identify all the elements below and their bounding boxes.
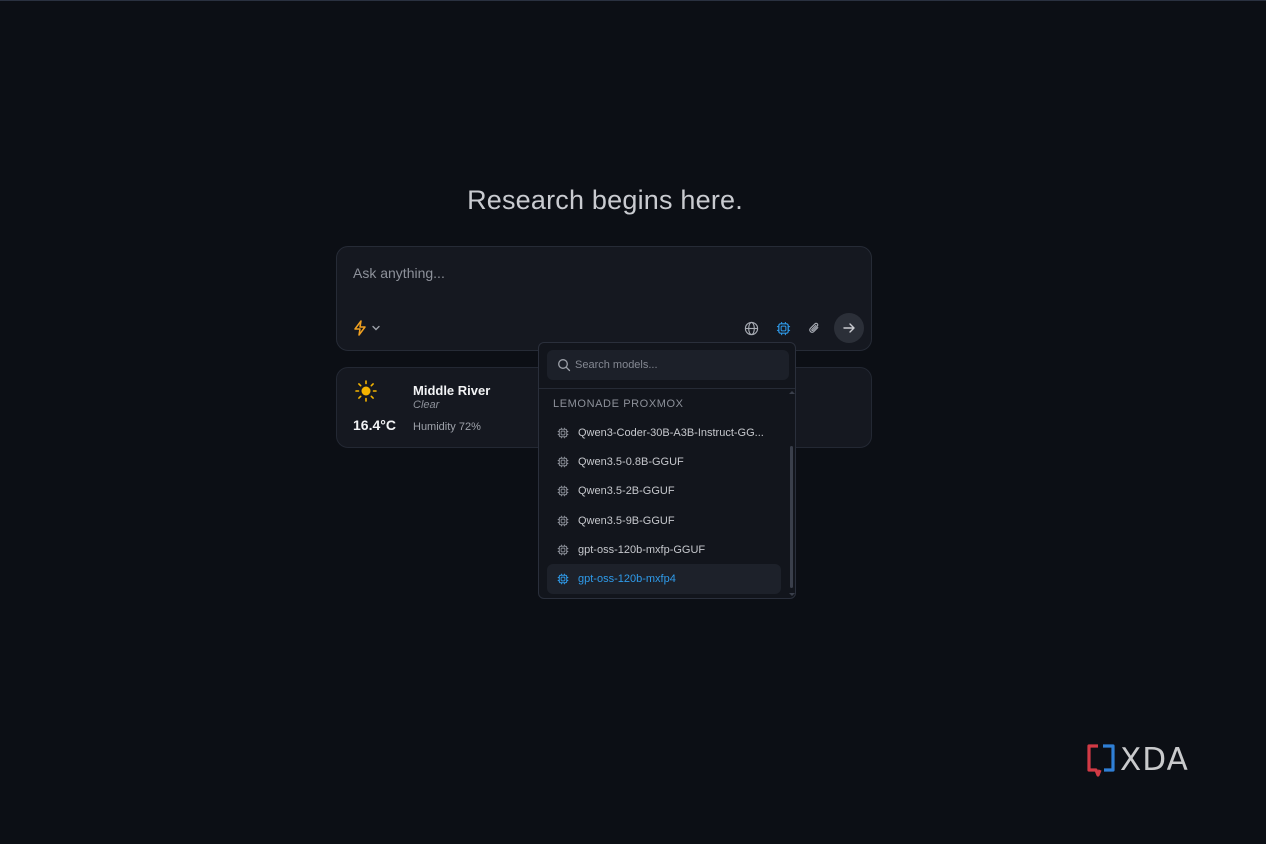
xda-watermark: XDA [1086, 742, 1189, 778]
chip-icon [557, 544, 569, 556]
chip-icon [557, 573, 569, 585]
model-option-label: Qwen3.5-0.8B-GGUF [578, 455, 684, 468]
arrow-right-icon [843, 323, 855, 333]
scroll-down-arrow[interactable] [789, 593, 795, 596]
chip-icon [557, 485, 569, 497]
dropdown-divider [539, 388, 795, 389]
sun-icon [355, 380, 377, 402]
model-option-label: Qwen3-Coder-30B-A3B-Instruct-GG... [578, 426, 764, 439]
xda-logo-icon [1087, 744, 1115, 777]
weather-temperature: 16.4°C [353, 417, 396, 433]
page-headline: Research begins here. [467, 185, 743, 215]
model-option[interactable]: gpt-oss-120b-mxfp-GGUF [547, 535, 781, 564]
model-option[interactable]: Qwen3.5-0.8B-GGUF [547, 447, 781, 476]
chip-icon [557, 456, 569, 468]
chip-icon [557, 427, 569, 438]
model-option[interactable]: Qwen3-Coder-30B-A3B-Instruct-GG... [547, 418, 781, 447]
scroll-up-arrow[interactable] [789, 391, 795, 394]
attach-file-button[interactable] [803, 317, 825, 339]
model-option-label: Qwen3.5-2B-GGUF [578, 485, 675, 498]
ask-input[interactable] [353, 261, 853, 285]
dropdown-scrollbar[interactable] [790, 446, 793, 588]
page: Research begins here. Ask anything... 16… [0, 0, 1266, 844]
weather-city: Middle River [413, 383, 491, 398]
model-search-box [547, 350, 789, 380]
globe-icon [744, 321, 758, 335]
model-option[interactable]: Qwen3.5-9B-GGUF [547, 506, 781, 535]
chip-icon [557, 515, 569, 526]
weather-condition: Clear [413, 399, 440, 411]
chevron-down-icon [372, 325, 380, 331]
top-border [0, 0, 1266, 1]
model-option-label: gpt-oss-120b-mxfp-GGUF [578, 543, 706, 556]
lightning-icon [354, 320, 366, 336]
model-group-label: LEMONADE PROXMOX [553, 398, 684, 410]
xda-watermark-text: XDA [1120, 742, 1189, 778]
send-button[interactable] [834, 313, 864, 343]
chat-composer [336, 246, 872, 351]
chip-icon [776, 321, 790, 335]
model-option[interactable]: Qwen3.5-2B-GGUF [547, 477, 781, 506]
mode-selector-button[interactable] [353, 318, 381, 338]
weather-humidity: Humidity 72% [413, 421, 481, 433]
model-option[interactable]: gpt-oss-120b-mxfp4 [547, 564, 781, 594]
paperclip-icon [808, 322, 818, 333]
model-picker-button[interactable] [772, 317, 794, 339]
model-option-label: gpt-oss-120b-mxfp4 [578, 573, 676, 586]
search-icon [558, 359, 571, 372]
web-search-button[interactable] [740, 317, 762, 339]
model-search-input[interactable] [575, 355, 780, 375]
model-list: Qwen3-Coder-30B-A3B-Instruct-GG... Qwen3.… [547, 418, 781, 594]
model-dropdown: LEMONADE PROXMOX Qwen3-Coder-30B-A3B-Ins… [538, 342, 796, 599]
model-option-label: Qwen3.5-9B-GGUF [578, 514, 675, 527]
